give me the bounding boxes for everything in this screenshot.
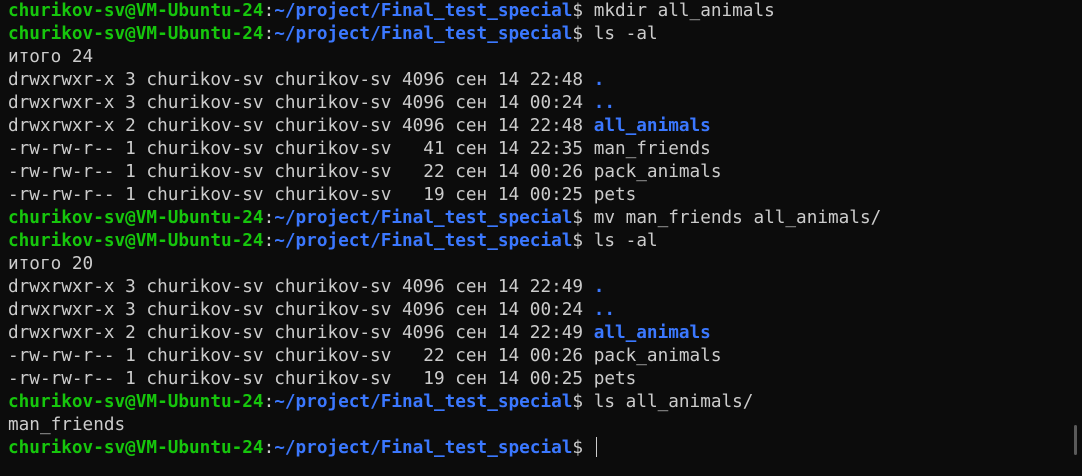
listing-total: итого 24	[8, 47, 94, 67]
listing-row-meta: drwxrwxr-x 2 churikov-sv churikov-sv 409…	[8, 116, 594, 136]
listing-row: -rw-rw-r-- 1 churikov-sv churikov-sv 19 …	[8, 184, 1082, 207]
text-cursor	[595, 437, 597, 457]
listing-row: -rw-rw-r-- 1 churikov-sv churikov-sv 22 …	[8, 161, 1082, 184]
prompt-separator: :	[263, 438, 275, 458]
prompt-user-host: churikov-sv@VM-Ubuntu-24	[8, 392, 264, 412]
command-text: ls all_animals/	[593, 392, 754, 412]
listing-row-name: pack_animals	[593, 346, 722, 366]
listing-row-meta: -rw-rw-r-- 1 churikov-sv churikov-sv 41 …	[8, 139, 594, 159]
listing-row-meta: -rw-rw-r-- 1 churikov-sv churikov-sv 22 …	[8, 346, 594, 366]
prompt-separator: :	[263, 24, 275, 44]
prompt-path: ~/project/Final_test_special	[274, 231, 573, 251]
listing-row-meta: -rw-rw-r-- 1 churikov-sv churikov-sv 22 …	[8, 162, 594, 182]
terminal-window[interactable]: churikov-sv@VM-Ubuntu-24:~/project/Final…	[0, 0, 1082, 476]
listing-row: drwxrwxr-x 2 churikov-sv churikov-sv 409…	[8, 115, 1082, 138]
prompt-dollar: $	[572, 392, 594, 412]
prompt-dollar: $	[572, 231, 594, 251]
listing-row-name: man_friends	[593, 139, 711, 159]
prompt-user-host: churikov-sv@VM-Ubuntu-24	[8, 231, 264, 251]
listing-row: drwxrwxr-x 3 churikov-sv churikov-sv 409…	[8, 276, 1082, 299]
listing-row: -rw-rw-r-- 1 churikov-sv churikov-sv 41 …	[8, 138, 1082, 161]
listing-row-name: ..	[593, 93, 615, 113]
prompt-dollar: $	[572, 1, 594, 21]
listing-row-name: all_animals	[593, 116, 711, 136]
prompt-line: churikov-sv@VM-Ubuntu-24:~/project/Final…	[8, 207, 1082, 230]
prompt-line: churikov-sv@VM-Ubuntu-24:~/project/Final…	[8, 391, 1082, 414]
prompt-path: ~/project/Final_test_special	[274, 24, 573, 44]
listing-row-name: ..	[593, 300, 615, 320]
prompt-path: ~/project/Final_test_special	[274, 438, 573, 458]
listing-total: итого 20	[8, 254, 94, 274]
listing-row: drwxrwxr-x 3 churikov-sv churikov-sv 409…	[8, 299, 1082, 322]
command-output: man_friends	[8, 415, 126, 435]
listing-row: -rw-rw-r-- 1 churikov-sv churikov-sv 19 …	[8, 368, 1082, 391]
command-text: mkdir all_animals	[593, 1, 775, 21]
listing-row-name: .	[593, 70, 605, 90]
listing-row-meta: -rw-rw-r-- 1 churikov-sv churikov-sv 19 …	[8, 369, 594, 389]
prompt-separator: :	[263, 392, 275, 412]
prompt-line: churikov-sv@VM-Ubuntu-24:~/project/Final…	[8, 230, 1082, 253]
prompt-path: ~/project/Final_test_special	[274, 1, 573, 21]
prompt-user-host: churikov-sv@VM-Ubuntu-24	[8, 438, 264, 458]
listing-row-meta: drwxrwxr-x 3 churikov-sv churikov-sv 409…	[8, 70, 594, 90]
prompt-path: ~/project/Final_test_special	[274, 208, 573, 228]
prompt-dollar: $	[572, 24, 594, 44]
listing-row: drwxrwxr-x 2 churikov-sv churikov-sv 409…	[8, 322, 1082, 345]
scrollbar-thumb[interactable]	[1074, 425, 1077, 455]
listing-row-name: pets	[593, 185, 637, 205]
prompt-dollar: $	[572, 208, 594, 228]
prompt-user-host: churikov-sv@VM-Ubuntu-24	[8, 24, 264, 44]
prompt-line: churikov-sv@VM-Ubuntu-24:~/project/Final…	[8, 0, 1082, 23]
listing-row-meta: drwxrwxr-x 3 churikov-sv churikov-sv 409…	[8, 277, 594, 297]
prompt-line: churikov-sv@VM-Ubuntu-24:~/project/Final…	[8, 23, 1082, 46]
listing-row-meta: -rw-rw-r-- 1 churikov-sv churikov-sv 19 …	[8, 185, 594, 205]
listing-row: -rw-rw-r-- 1 churikov-sv churikov-sv 22 …	[8, 345, 1082, 368]
prompt-dollar: $	[572, 438, 594, 458]
listing-row-meta: drwxrwxr-x 3 churikov-sv churikov-sv 409…	[8, 93, 594, 113]
active-prompt-line[interactable]: churikov-sv@VM-Ubuntu-24:~/project/Final…	[8, 437, 1082, 460]
listing-row-name: all_animals	[593, 323, 711, 343]
prompt-path: ~/project/Final_test_special	[274, 392, 573, 412]
command-text: ls -al	[593, 24, 658, 44]
command-text: ls -al	[593, 231, 658, 251]
listing-row-name: .	[593, 277, 605, 297]
prompt-separator: :	[263, 208, 275, 228]
prompt-separator: :	[263, 231, 275, 251]
listing-row-name: pets	[593, 369, 637, 389]
listing-row-meta: drwxrwxr-x 3 churikov-sv churikov-sv 409…	[8, 300, 594, 320]
command-text: mv man_friends all_animals/	[593, 208, 882, 228]
prompt-user-host: churikov-sv@VM-Ubuntu-24	[8, 208, 264, 228]
prompt-separator: :	[263, 1, 275, 21]
listing-row-name: pack_animals	[593, 162, 722, 182]
listing-row-meta: drwxrwxr-x 2 churikov-sv churikov-sv 409…	[8, 323, 594, 343]
prompt-user-host: churikov-sv@VM-Ubuntu-24	[8, 1, 264, 21]
listing-row: drwxrwxr-x 3 churikov-sv churikov-sv 409…	[8, 92, 1082, 115]
listing-row: drwxrwxr-x 3 churikov-sv churikov-sv 409…	[8, 69, 1082, 92]
